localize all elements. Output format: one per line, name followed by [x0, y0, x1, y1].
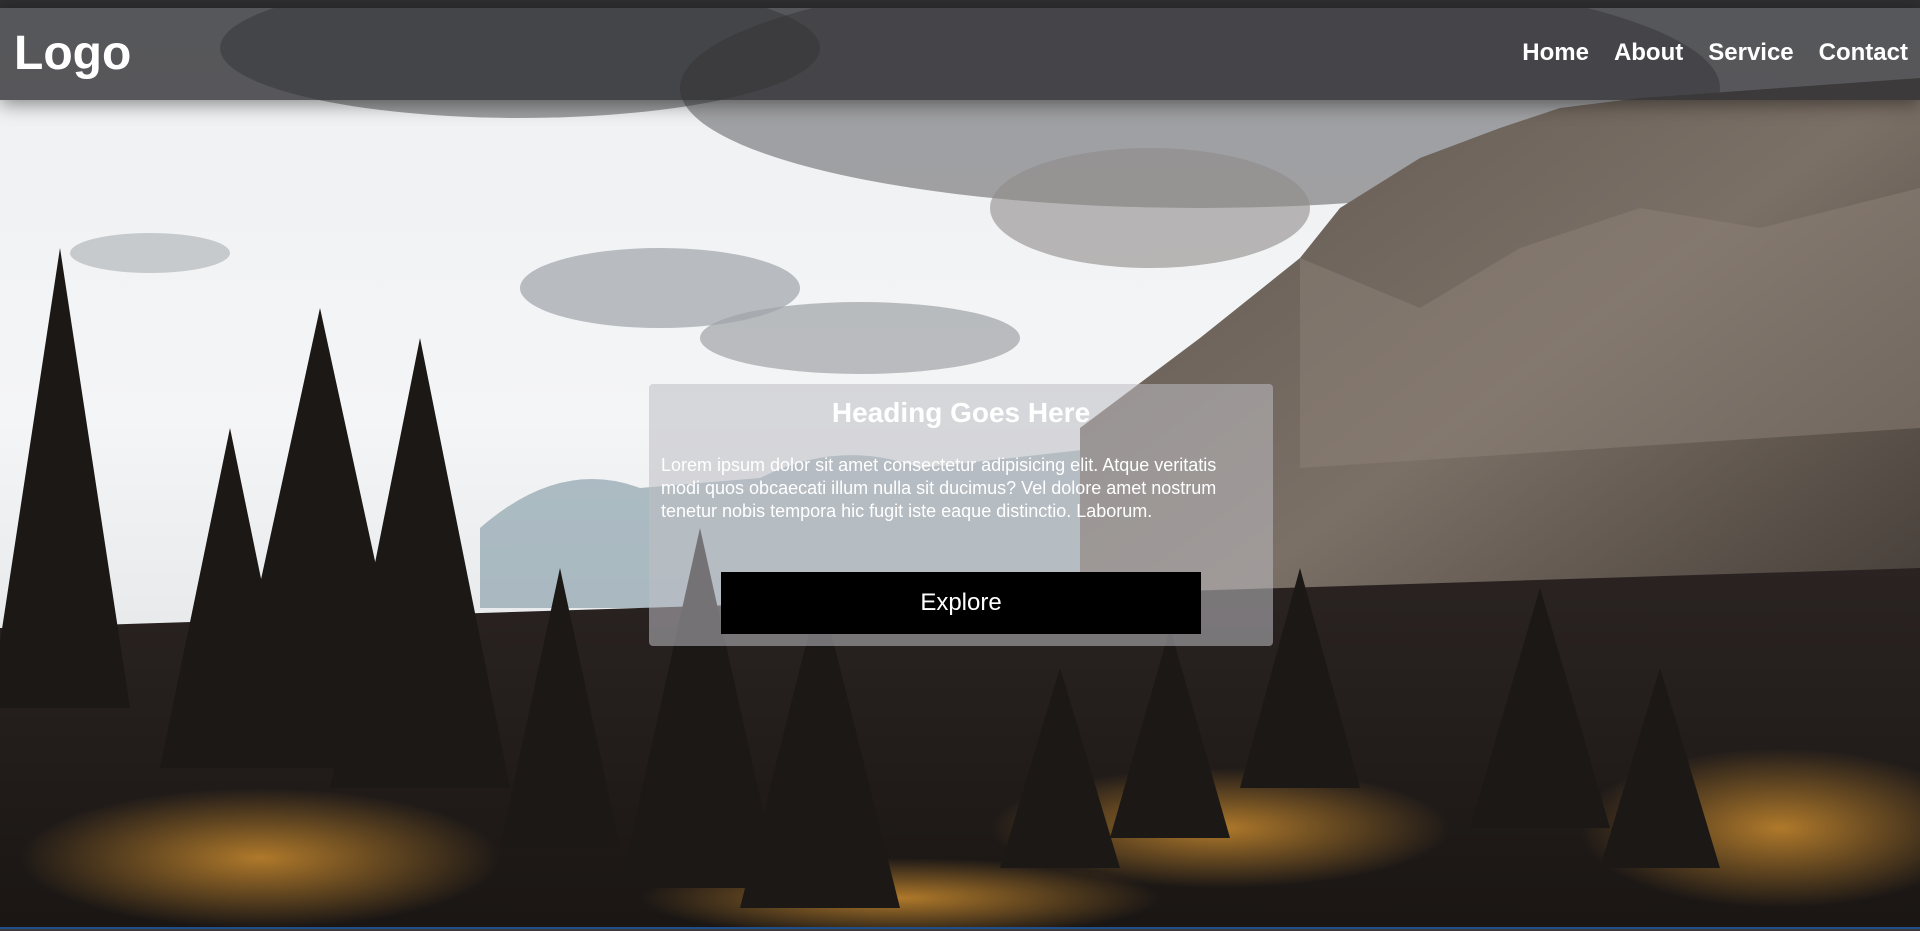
nav-link-about[interactable]: About — [1614, 38, 1683, 68]
hero-card: Heading Goes Here Lorem ipsum dolor sit … — [649, 384, 1273, 646]
nav-link-home[interactable]: Home — [1522, 38, 1589, 68]
landing-page: Logo Home About Service Contact Heading … — [0, 0, 1920, 931]
nav-links: Home About Service Contact — [1522, 38, 1908, 68]
top-strip — [0, 0, 1920, 8]
hero-body-text: Lorem ipsum dolor sit amet consectetur a… — [661, 455, 1217, 521]
navbar: Logo Home About Service Contact — [0, 8, 1920, 100]
hero-heading: Heading Goes Here — [831, 397, 1091, 428]
nav-link-service[interactable]: Service — [1708, 38, 1793, 68]
nav-link-contact[interactable]: Contact — [1819, 38, 1908, 68]
bottom-divider — [0, 927, 1920, 929]
explore-button[interactable]: Explore — [721, 572, 1201, 634]
logo[interactable]: Logo — [14, 26, 131, 82]
